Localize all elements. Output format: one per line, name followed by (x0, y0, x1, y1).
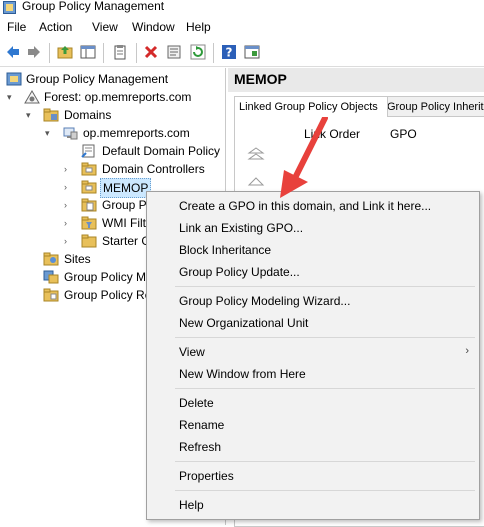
tree-item-domain[interactable]: ▾ op.memreports.com (0, 124, 225, 142)
tree-label: op.memreports.com (83, 126, 190, 140)
ou-folder-icon (81, 162, 97, 176)
delete-icon[interactable] (143, 44, 159, 60)
menu-window[interactable]: Window (132, 20, 175, 34)
tree-item-root[interactable]: Group Policy Management (0, 70, 225, 88)
menu-help[interactable]: Help (179, 498, 204, 512)
properties-icon[interactable] (166, 44, 182, 60)
up-folder-icon[interactable] (57, 44, 73, 60)
tree-label: Domain Controllers (102, 162, 205, 176)
tree-item-domain-controllers[interactable]: › Domain Controllers (0, 160, 225, 178)
toolbar-separator (49, 43, 50, 63)
svg-text:?: ? (226, 46, 233, 60)
menu-link-existing-gpo[interactable]: Link an Existing GPO... (179, 221, 303, 235)
menu-action[interactable]: Action (39, 20, 72, 34)
toolbar-separator (136, 43, 137, 63)
menu-rename[interactable]: Rename (179, 418, 224, 432)
results-icon (43, 288, 59, 302)
toolbar-separator (213, 43, 214, 63)
tab-gp-inheritance[interactable]: Group Policy Inherita (382, 96, 484, 118)
refresh-icon[interactable] (190, 44, 206, 60)
menu-group-policy-update[interactable]: Group Policy Update... (179, 265, 300, 279)
menu-new-ou[interactable]: New Organizational Unit (179, 316, 308, 330)
tree-label: Starter G (102, 234, 151, 248)
tree-label: Group Policy M (64, 270, 147, 284)
details-header: MEMOP (228, 68, 484, 92)
ou-folder-icon (81, 180, 97, 194)
details-title: MEMOP (234, 71, 287, 87)
gpo-folder-icon (81, 198, 97, 212)
menu-separator (175, 461, 475, 462)
tree-item-forest[interactable]: ▾ Forest: op.memreports.com (0, 88, 225, 106)
tab-linked-gpos[interactable]: Linked Group Policy Objects (234, 96, 388, 117)
menu-refresh[interactable]: Refresh (179, 440, 221, 454)
tree-item-domains[interactable]: ▾ Domains (0, 106, 225, 124)
menu-view[interactable]: View (179, 345, 205, 359)
gpmc-app-icon (3, 1, 16, 14)
toolbar-separator (103, 43, 104, 63)
tree-label: Forest: op.memreports.com (44, 90, 192, 104)
modeling-icon (43, 270, 59, 284)
tree-label: Domains (64, 108, 112, 122)
gpmc-icon (6, 72, 22, 86)
tree-item-default-domain-policy[interactable]: Default Domain Policy (0, 142, 225, 160)
window-title: Group Policy Management (22, 0, 165, 13)
chevron-down-icon[interactable]: ▾ (26, 110, 36, 120)
context-menu: Create a GPO in this domain, and Link it… (146, 191, 480, 520)
forward-icon[interactable] (26, 44, 42, 60)
menu-separator (175, 490, 475, 491)
menu-new-window[interactable]: New Window from Here (179, 367, 306, 381)
tree-label: Group Policy Management (26, 72, 169, 86)
chevron-right-icon[interactable]: › (64, 200, 74, 210)
clipboard-icon[interactable] (112, 44, 128, 60)
toolbar: ? (0, 40, 484, 67)
sites-icon (43, 252, 59, 266)
move-up-icon[interactable] (247, 175, 265, 189)
chevron-right-icon[interactable]: › (64, 164, 74, 174)
menu-help[interactable]: Help (186, 20, 211, 34)
starter-gpo-folder-icon (81, 234, 97, 248)
move-to-top-icon[interactable] (247, 147, 265, 161)
domains-folder-icon (43, 108, 59, 122)
chevron-right-icon[interactable]: › (64, 182, 74, 192)
menu-file[interactable]: File (7, 20, 26, 34)
chevron-right-icon: › (465, 345, 469, 357)
chevron-down-icon[interactable]: ▾ (45, 128, 55, 138)
annotation-arrow-icon (280, 115, 328, 198)
chevron-right-icon[interactable]: › (64, 236, 74, 246)
menu-separator (175, 388, 475, 389)
title-bar: Group Policy Management (0, 0, 484, 16)
domain-icon (63, 127, 78, 140)
menu-block-inheritance[interactable]: Block Inheritance (179, 243, 271, 257)
tree-label: WMI Filt (102, 216, 146, 230)
help-icon[interactable]: ? (221, 44, 237, 60)
chevron-down-icon[interactable]: ▾ (7, 92, 17, 102)
tree-label: Group P (102, 198, 147, 212)
back-icon[interactable] (5, 44, 21, 60)
forest-icon (24, 90, 40, 104)
show-hide-tree-icon[interactable] (80, 44, 96, 60)
menu-bar: File Action View Window Help (0, 17, 484, 38)
gpo-link-icon (81, 144, 95, 158)
tree-label: Default Domain Policy (102, 144, 221, 158)
chevron-right-icon[interactable]: › (64, 218, 74, 228)
menu-delete[interactable]: Delete (179, 396, 214, 410)
export-icon[interactable] (244, 44, 260, 60)
menu-modeling-wizard[interactable]: Group Policy Modeling Wizard... (179, 294, 350, 308)
menu-separator (175, 337, 475, 338)
tree-label: MEMOP (100, 178, 152, 198)
tree-label: Sites (64, 252, 91, 266)
tree-label: Group Policy Re (64, 288, 152, 302)
menu-view[interactable]: View (92, 20, 118, 34)
menu-separator (175, 286, 475, 287)
column-gpo[interactable]: GPO (390, 127, 417, 141)
menu-properties[interactable]: Properties (179, 469, 234, 483)
wmi-folder-icon (81, 216, 97, 230)
